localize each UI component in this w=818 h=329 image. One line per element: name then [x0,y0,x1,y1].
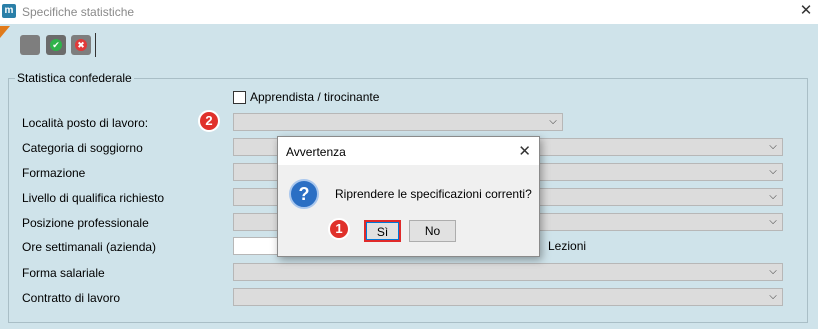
chevron-down-icon: ⌵ [769,291,777,302]
step-1-badge: 1 [328,218,350,240]
localita-dropdown[interactable]: ⌵ [233,113,563,131]
cross-icon: ✖ [75,39,87,51]
check-icon: ✔ [50,39,62,51]
yes-button[interactable]: Sì [364,220,401,242]
step-2-badge: 2 [198,110,220,132]
disabled-toolbar-button[interactable] [20,35,40,55]
chevron-down-icon: ⌵ [769,266,777,277]
toolbar-separator [95,33,96,57]
question-icon: ? [289,179,319,209]
app-logo-icon: m [2,4,16,18]
ore-input[interactable] [233,237,283,255]
contratto-label: Contratto di lavoro [22,291,121,305]
localita-label: Località posto di lavoro: [22,116,149,130]
posizione-label: Posizione professionale [22,216,149,230]
dialog-title: Avvertenza [286,145,346,159]
contratto-dropdown[interactable]: ⌵ [233,288,783,306]
formazione-label: Formazione [22,166,86,180]
confirm-button[interactable]: ✔ [46,35,66,55]
lezioni-label: Lezioni [548,239,587,253]
chevron-down-icon: ⌵ [769,191,777,202]
apprendista-checkbox[interactable] [233,91,246,104]
window-title: Specifiche statistiche [22,5,135,19]
categoria-label: Categoria di soggiorno [22,141,143,155]
cancel-button[interactable]: ✖ [71,35,91,55]
group-title: Statistica confederale [17,71,132,85]
toolbar: ✔ ✖ [0,26,818,62]
chevron-down-icon: ⌵ [549,116,557,127]
chevron-down-icon: ⌵ [769,141,777,152]
forma-salariale-dropdown[interactable]: ⌵ [233,263,783,281]
livello-label: Livello di qualifica richiesto [22,191,165,205]
window-titlebar: m Specifiche statistiche ✕ [0,0,818,24]
dialog-message: Riprendere le specificazioni correnti? [335,187,532,201]
avvertenza-dialog: Avvertenza ✕ ? Riprendere le specificazi… [277,136,540,257]
chevron-down-icon: ⌵ [769,166,777,177]
apprendista-checkbox-label: Apprendista / tirocinante [250,90,380,104]
forma-salariale-label: Forma salariale [22,266,105,280]
dialog-close-button[interactable]: ✕ [518,142,531,160]
chevron-down-icon: ⌵ [769,216,777,227]
ore-label: Ore settimanali (azienda) [22,240,157,254]
window-close-button[interactable]: ✕ [798,2,814,20]
no-button[interactable]: No [409,220,456,242]
dialog-titlebar: Avvertenza ✕ [278,137,539,165]
